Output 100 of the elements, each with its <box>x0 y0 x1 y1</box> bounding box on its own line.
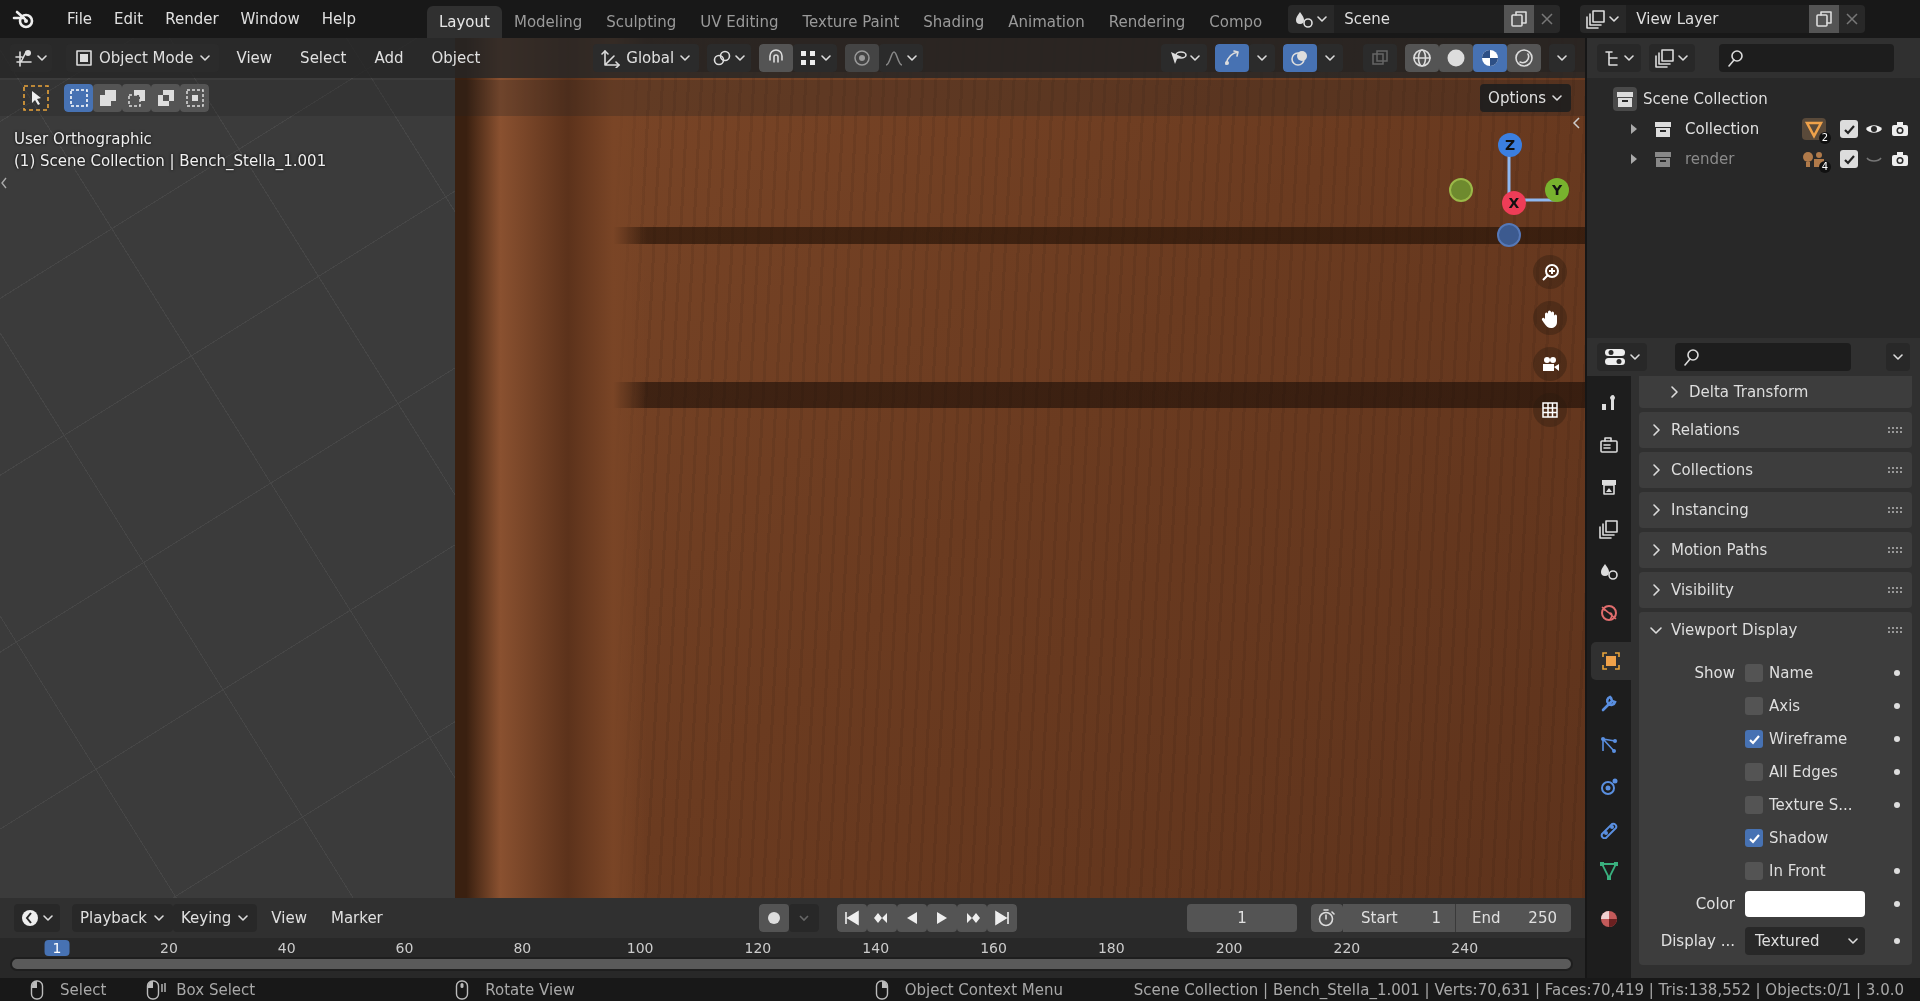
menu-item[interactable]: Window <box>229 10 311 28</box>
menu-item[interactable]: View <box>261 909 317 927</box>
editor-type-button[interactable] <box>1597 343 1647 371</box>
checkbox-label[interactable]: Axis <box>1769 696 1801 715</box>
snap-target-button[interactable] <box>793 44 838 72</box>
shading-menu-button[interactable] <box>1549 44 1575 72</box>
axis-handle[interactable]: Y <box>1545 178 1569 202</box>
zoom-button[interactable] <box>1533 255 1567 289</box>
axis-handle[interactable]: X <box>1502 191 1526 215</box>
menu-item[interactable]: Marker <box>320 909 393 927</box>
workspace-tab[interactable]: UV Editing <box>688 6 791 38</box>
gizmo-menu-button[interactable] <box>1249 44 1275 72</box>
workspace-tab[interactable]: Sculpting <box>594 6 689 38</box>
menu-item[interactable]: File <box>56 10 104 28</box>
grid-button[interactable] <box>1533 393 1567 427</box>
gizmo-toggle[interactable] <box>1215 44 1249 72</box>
subpanel-header[interactable]: Delta Transform <box>1639 376 1912 408</box>
select-tool-button[interactable] <box>20 82 52 114</box>
movie-camera-button[interactable] <box>1533 347 1567 381</box>
shading-mode-button[interactable] <box>1507 44 1541 72</box>
selection-mode-button[interactable] <box>93 84 122 112</box>
search-field[interactable] <box>1719 44 1894 72</box>
drag-handle-icon <box>1888 507 1902 513</box>
display-as-dropdown[interactable]: Textured <box>1745 926 1865 955</box>
tree-item-label[interactable]: Collection <box>1685 120 1796 138</box>
shading-mode-button[interactable] <box>1473 44 1507 72</box>
menu-dropdown[interactable]: Playback <box>72 904 173 932</box>
preview-range-button[interactable] <box>1311 904 1343 932</box>
tree-row[interactable]: Collection 2 <box>1617 114 1920 144</box>
options-dropdown[interactable]: Options <box>1480 84 1571 112</box>
selection-mode-button[interactable] <box>64 84 93 112</box>
checkbox[interactable] <box>1840 150 1858 168</box>
tree-item-label[interactable]: render <box>1685 150 1794 168</box>
scene-name: Scene <box>1334 5 1505 33</box>
pivot-point-button[interactable] <box>707 44 752 72</box>
color-swatch[interactable] <box>1745 890 1865 917</box>
menu-item[interactable]: Help <box>310 10 367 28</box>
checkbox[interactable] <box>1745 729 1763 748</box>
mouse-icon <box>146 979 167 1000</box>
scene-selector[interactable]: Scene <box>1288 5 1561 33</box>
workspace-tab[interactable]: Rendering <box>1096 6 1198 38</box>
display-mode-button[interactable] <box>1597 44 1641 72</box>
workspace-tab[interactable]: Animation <box>996 6 1097 38</box>
workspace-tab[interactable]: Modeling <box>501 6 595 38</box>
xray-toggle[interactable] <box>1363 44 1397 72</box>
snap-toggle[interactable] <box>759 44 794 72</box>
movie-camera-icon <box>1540 354 1560 374</box>
axis-handle[interactable]: Z <box>1498 133 1522 157</box>
checkbox-label[interactable]: Wireframe <box>1769 729 1848 748</box>
timeline-scrollbar[interactable] <box>10 957 1573 971</box>
falloff-button[interactable] <box>879 44 924 72</box>
options-menu-button[interactable] <box>1886 343 1910 371</box>
menu-item[interactable]: Render <box>154 10 230 28</box>
visibility-button[interactable] <box>1161 44 1207 72</box>
menu-item[interactable]: Select <box>290 49 357 67</box>
workspace-tab[interactable]: Texture Paint <box>790 6 912 38</box>
checkbox[interactable] <box>1745 828 1763 847</box>
checkbox-label[interactable]: Shadow <box>1769 828 1829 847</box>
menu-item[interactable]: View <box>226 49 283 67</box>
start-frame-field[interactable]: Start 1 <box>1343 904 1455 932</box>
menu-dropdown[interactable]: Keying <box>172 904 258 932</box>
panel-header[interactable]: Collections <box>1639 452 1912 488</box>
current-frame-field[interactable]: 1 <box>1187 904 1297 932</box>
stopwatch-icon <box>1317 908 1337 928</box>
overlay-menu-button[interactable] <box>1317 44 1343 72</box>
checkbox-label[interactable]: In Front <box>1769 861 1826 880</box>
proportional-edit-toggle[interactable] <box>845 44 880 72</box>
jump-end-button[interactable] <box>986 904 1017 932</box>
checkbox-label[interactable]: All Edges <box>1769 762 1838 781</box>
panel-header[interactable]: Instancing <box>1639 492 1912 528</box>
auto-keying-toggle[interactable] <box>758 904 789 932</box>
shading-mode-button[interactable] <box>1405 44 1439 72</box>
editor-type-button[interactable] <box>14 904 60 932</box>
filter-button[interactable] <box>1649 44 1695 72</box>
workspace-tab[interactable]: Compo <box>1197 6 1275 38</box>
panel-header[interactable]: Motion Paths <box>1639 532 1912 568</box>
caret-icon <box>679 52 692 64</box>
hand-button[interactable] <box>1533 301 1567 335</box>
tree-row[interactable]: render 4 <box>1617 144 1920 174</box>
workspace-tab[interactable]: Layout <box>426 6 502 38</box>
panel-header[interactable]: Visibility <box>1639 572 1912 608</box>
properties-tab[interactable] <box>1591 642 1631 680</box>
checkbox-label[interactable]: Texture S... <box>1769 795 1853 814</box>
orientation-dropdown[interactable]: Global <box>593 44 700 72</box>
view-layer-selector[interactable]: View Layer <box>1580 5 1866 33</box>
current-frame-marker[interactable]: 1 <box>44 940 70 956</box>
menu-item[interactable]: Object <box>421 49 491 67</box>
search-field[interactable] <box>1675 343 1851 371</box>
checkbox[interactable] <box>1840 120 1858 138</box>
workspace-tab[interactable]: Shading <box>911 6 997 38</box>
end-frame-field[interactable]: End 250 <box>1455 904 1571 932</box>
selection-mode-button[interactable] <box>180 84 209 112</box>
shading-mode-button[interactable] <box>1439 44 1473 72</box>
tree-item-label[interactable]: Scene Collection <box>1643 90 1768 108</box>
jump-start-button[interactable] <box>836 904 867 932</box>
overlay-toggle[interactable] <box>1283 44 1317 72</box>
menu-item[interactable]: Add <box>364 49 414 67</box>
panel-header[interactable]: Relations <box>1639 412 1912 448</box>
menu-item[interactable]: Edit <box>103 10 155 28</box>
checkbox-label[interactable]: Name <box>1769 663 1814 682</box>
